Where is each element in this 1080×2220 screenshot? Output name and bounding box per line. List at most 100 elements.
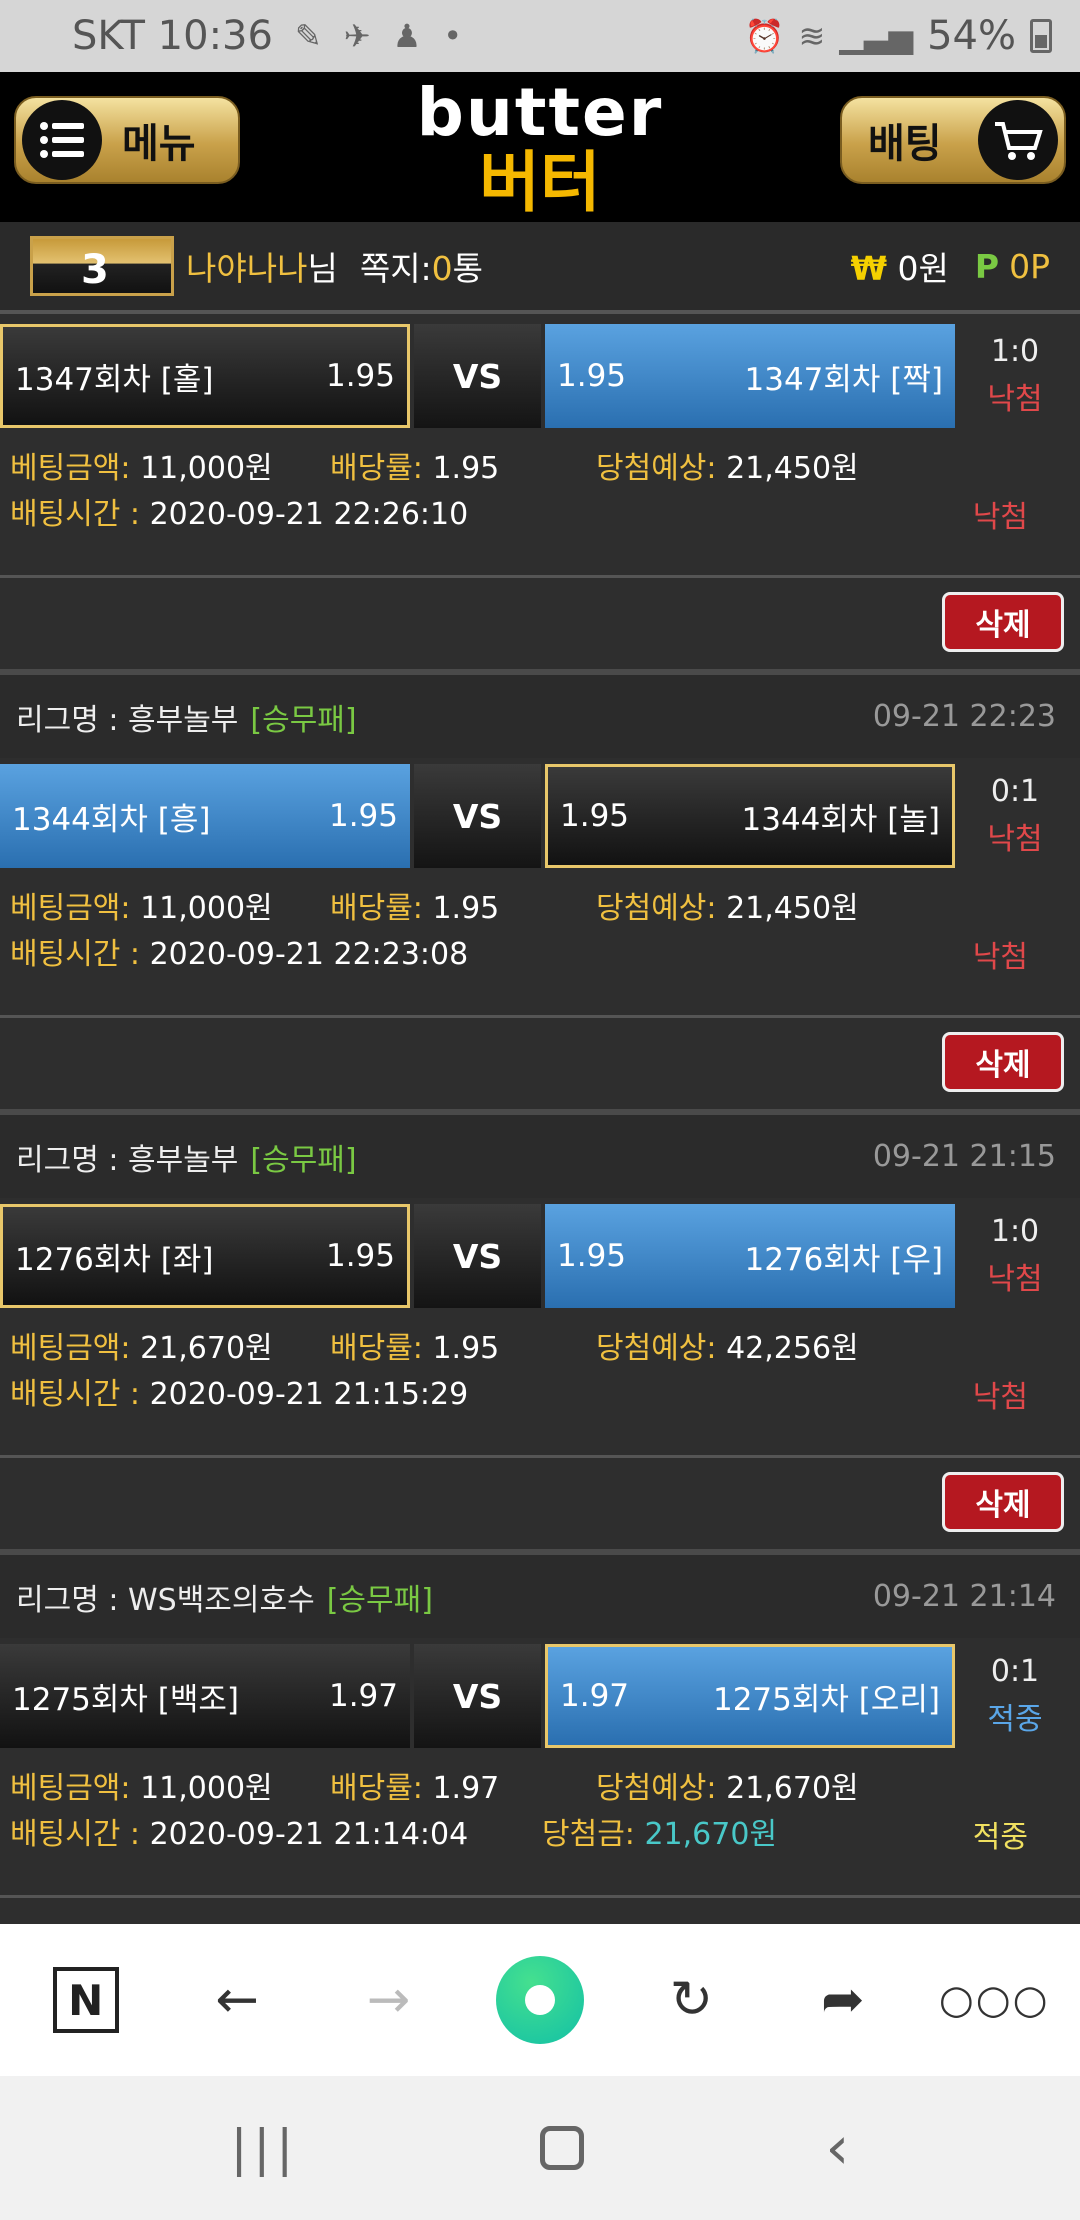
delete-row: 삭제 (0, 1458, 1080, 1552)
delete-button[interactable]: 삭제 (942, 592, 1064, 652)
reload-icon: ↻ (669, 1970, 714, 2030)
menu-button[interactable]: 메뉴 (14, 96, 240, 184)
username[interactable]: 나야나나 (186, 242, 307, 290)
away-team: 1347회차 [짝] (744, 361, 944, 398)
points-display: P 0P (975, 247, 1050, 286)
home-icon[interactable] (540, 2126, 585, 2170)
status-carrier-time: SKT 10:36 (72, 13, 273, 59)
expected-label: 당첨예상: (596, 1771, 717, 1806)
user-info-bar: 나야나나 님 쪽지:0통 ₩ 0원 P0P (0, 222, 1080, 314)
time-label: 배팅시간 : (10, 937, 141, 972)
site-header: 메뉴 butter 버터 배팅 (0, 72, 1080, 222)
bandage-icon: ✎ (294, 17, 322, 55)
delete-button[interactable]: 삭제 (942, 1032, 1064, 1092)
user-level-badge (30, 236, 174, 296)
home-odds: 1.95 (325, 1238, 395, 1274)
reload-button[interactable]: ↻ (636, 1945, 746, 2055)
match-result: 1:0 낙첨 (965, 1204, 1065, 1308)
away-pick[interactable]: 1.95 1347회차 [짝] (545, 324, 955, 428)
home-pick[interactable]: 1276회차 [좌] 1.95 (0, 1204, 410, 1308)
site-logo[interactable]: butter 버터 (400, 78, 680, 218)
share-icon: ➦ (821, 1970, 865, 2030)
expected-label: 당첨예상: (596, 1331, 717, 1366)
league-date: 09-21 22:23 (872, 699, 1056, 734)
away-team: 1275회차 [오리] (712, 1681, 940, 1718)
away-pick[interactable]: 1.95 1276회차 [우] (545, 1204, 955, 1308)
match-result: 0:1 낙첨 (965, 764, 1065, 868)
home-odds: 1.95 (325, 358, 395, 394)
home-team: 1276회차 [좌] (15, 1241, 214, 1278)
delete-button[interactable]: 삭제 (942, 1472, 1064, 1532)
expected-win: 42,256원 (726, 1331, 859, 1366)
bet-amount: 11,000원 (140, 1771, 273, 1806)
away-odds: 1.95 (557, 358, 627, 394)
back-icon[interactable]: ‹ (825, 2113, 849, 2183)
league-tag: [승무패] (326, 1582, 433, 1618)
match-row: 1276회차 [좌] 1.95 VS 1.95 1276회차 [우] 1:0 낙… (0, 1198, 1080, 1312)
win-amount: 21,670원 (644, 1817, 778, 1852)
betting-cart-button[interactable]: 배팅 (840, 96, 1066, 184)
money-display: ₩ 0원 (851, 242, 949, 290)
naver-home-button[interactable]: N (31, 1945, 141, 2055)
home-pick[interactable]: 1347회차 [홀] 1.95 (0, 324, 410, 428)
odds-label: 배당률: (330, 451, 423, 486)
hamburger-icon (22, 100, 102, 180)
league-header: 리그명 : 흥부놀부 [승무패] 09-21 22:23 (0, 672, 1080, 758)
league-tag: [승무패] (250, 1142, 357, 1178)
result-label: 낙첨 (987, 382, 1043, 417)
away-team: 1344회차 [놀] (741, 801, 941, 838)
away-odds: 1.97 (560, 1678, 630, 1714)
bet-odds: 1.97 (432, 1771, 500, 1806)
money-value: 0원 (897, 249, 949, 288)
home-team: 1344회차 [흥] (12, 801, 211, 838)
home-odds: 1.97 (328, 1678, 398, 1714)
delete-row: 삭제 (0, 578, 1080, 672)
vs-label: VS (414, 1644, 541, 1748)
away-pick[interactable]: 1.95 1344회차 [놀] (545, 764, 955, 868)
messages-label: 쪽지: (359, 249, 432, 288)
home-pick[interactable]: 1275회차 [백조] 1.97 (0, 1644, 410, 1748)
league-name: WS백조의호수 (128, 1582, 315, 1618)
home-team: 1347회차 [홀] (15, 361, 214, 398)
bet-odds: 1.95 (432, 451, 500, 486)
logo-ko: 버터 (479, 144, 601, 221)
bet-item: 리그명 : 흥부놀부 [승무패] 09-21 21:15 1276회차 [좌] … (0, 1112, 1080, 1552)
bet-time: 2020-09-21 21:15:29 (149, 1377, 469, 1412)
league-date: 09-21 21:15 (872, 1139, 1056, 1174)
more-button[interactable]: ○○○ (939, 1945, 1049, 2055)
bet-status: 낙첨 (972, 500, 1028, 535)
alarm-icon: ⏰ (744, 17, 785, 55)
result-label: 낙첨 (987, 1262, 1043, 1297)
time-label: 배팅시간 : (10, 497, 141, 532)
home-odds: 1.95 (328, 798, 398, 834)
home-pick[interactable]: 1344회차 [흥] 1.95 (0, 764, 410, 868)
vs-label: VS (414, 324, 541, 428)
green-dot-button[interactable] (485, 1945, 595, 2055)
bet-amount: 11,000원 (140, 451, 273, 486)
bet-status: 낙첨 (972, 940, 1028, 975)
messages-count: 0 (431, 249, 453, 288)
expected-win: 21,450원 (726, 891, 859, 926)
odds-label: 배당률: (330, 1331, 423, 1366)
time-label: 배팅시간 : (10, 1817, 141, 1852)
match-result: 1:0 낙첨 (965, 324, 1065, 428)
forward-button[interactable]: → (334, 1945, 444, 2055)
more-notifications-icon: • (443, 17, 463, 55)
win-amount-label: 당첨금: (542, 1817, 635, 1852)
time-label: 배팅시간 : (10, 1377, 141, 1412)
bet-time: 2020-09-21 22:26:10 (149, 497, 469, 532)
recent-apps-icon[interactable]: ||| (231, 2119, 300, 2177)
battery-icon (1030, 19, 1052, 53)
messages-link[interactable]: 쪽지:0통 (360, 242, 483, 290)
signal-icon: ▁▃▅ (839, 17, 914, 55)
league-date: 09-21 21:14 (872, 1579, 1056, 1614)
back-button[interactable]: ← (182, 1945, 292, 2055)
league-label: 리그명 : (16, 1582, 119, 1618)
away-pick[interactable]: 1.97 1275회차 [오리] (545, 1644, 955, 1748)
result-label: 적중 (987, 1702, 1043, 1737)
bet-time: 2020-09-21 22:23:08 (149, 937, 469, 972)
notification-icon: ✈ (343, 17, 371, 55)
bet-status: 낙첨 (972, 1380, 1028, 1415)
expected-win: 21,670원 (726, 1771, 859, 1806)
share-button[interactable]: ➦ (788, 1945, 898, 2055)
